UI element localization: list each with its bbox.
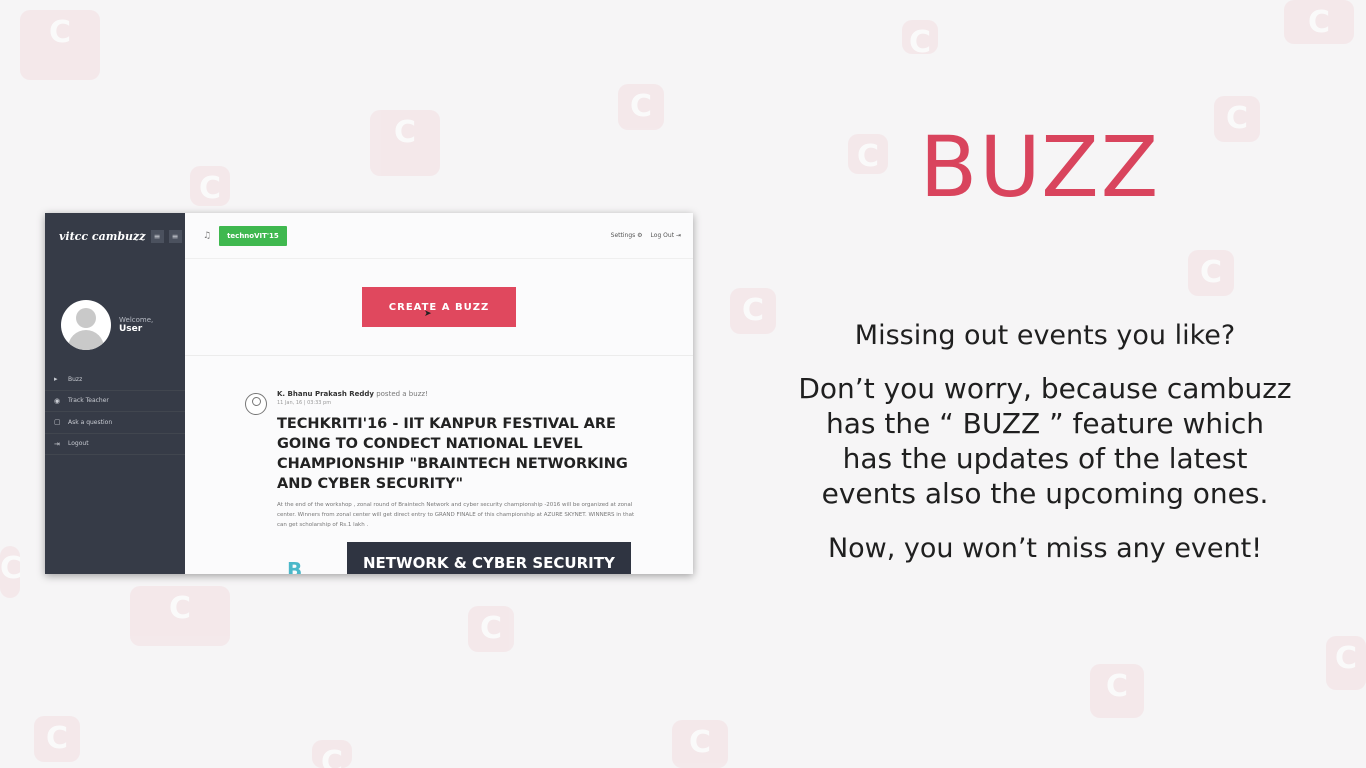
menu-toggle-icon[interactable]: ≡ — [168, 229, 182, 243]
sidebar-item-label: Track Teacher — [68, 397, 109, 405]
brand-row: vitcc cambuzz ≡ ≡ — [45, 213, 185, 259]
post-image: B NETWORK & CYBER SECURITY — [245, 542, 631, 574]
sidebar-nav: ▸ Buzz ◉ Track Teacher ▢ Ask a question … — [45, 369, 185, 455]
post-image-banner: NETWORK & CYBER SECURITY — [347, 542, 631, 574]
background-logo-icon — [370, 110, 440, 176]
sidebar-item-buzz[interactable]: ▸ Buzz — [45, 369, 185, 391]
background-logo-icon — [1188, 250, 1234, 296]
background-logo-icon — [190, 166, 230, 206]
post-author[interactable]: K. Bhanu Prakash Reddy — [277, 390, 374, 398]
logout-link[interactable]: Log Out ⇥ — [651, 232, 681, 239]
slide-headline: BUZZ — [919, 118, 1161, 216]
event-tag-button[interactable]: technoVIT'15 — [219, 225, 287, 246]
avatar — [61, 300, 111, 350]
description-line: has the updates of the latest — [842, 442, 1248, 475]
post-image-logo: B — [287, 558, 303, 574]
post-title: TECHKRITI'16 - IIT KANPUR FESTIVAL ARE G… — [277, 416, 628, 492]
background-logo-icon — [34, 716, 80, 762]
background-logo-icon — [312, 740, 352, 768]
main-content: ♫ technoVIT'15 Settings ⚙ Log Out ⇥ CREA… — [185, 213, 693, 574]
background-logo-icon — [1090, 664, 1144, 718]
background-logo-icon — [1326, 636, 1366, 690]
sidebar-item-track-teacher[interactable]: ◉ Track Teacher — [45, 391, 185, 412]
sidebar-item-label: Logout — [68, 440, 89, 448]
brand-logo: vitcc cambuzz — [59, 229, 146, 243]
description-line: events also the upcoming ones. — [821, 477, 1269, 510]
cursor-icon: ➤ — [424, 309, 433, 319]
bell-icon[interactable]: ♫ — [203, 231, 211, 241]
background-logo-icon — [130, 586, 230, 646]
background-logo-icon — [468, 606, 514, 652]
buzz-post: K. Bhanu Prakash Reddy posted a buzz! 11… — [245, 390, 645, 530]
question-icon: ▢ — [54, 418, 61, 427]
slide-description: Don’t you worry, because cambuzz has the… — [740, 371, 1350, 511]
post-avatar-icon — [245, 393, 267, 415]
background-logo-icon — [902, 20, 938, 54]
welcome-block: Welcome, User — [119, 316, 153, 334]
topbar: ♫ technoVIT'15 Settings ⚙ Log Out ⇥ — [185, 213, 693, 259]
topbar-right: Settings ⚙ Log Out ⇥ — [611, 232, 681, 239]
description-line: Don’t you worry, because cambuzz — [798, 372, 1292, 405]
post-body: At the end of the workshop , zonal round… — [277, 502, 635, 528]
create-buzz-button[interactable]: CREATE A BUZZ ➤ — [362, 287, 516, 327]
user-name: User — [119, 324, 143, 334]
list-view-icon[interactable]: ≡ — [150, 229, 164, 243]
slide-closing: Now, you won’t miss any event! — [827, 533, 1263, 564]
sidebar-item-ask-question[interactable]: ▢ Ask a question — [45, 412, 185, 434]
create-buzz-section: CREATE A BUZZ ➤ — [185, 259, 693, 356]
sidebar-item-label: Ask a question — [68, 418, 113, 426]
background-logo-icon — [0, 546, 20, 598]
sidebar: vitcc cambuzz ≡ ≡ Welcome, User ▸ Buzz ◉… — [45, 213, 185, 574]
background-logo-icon — [1284, 0, 1354, 44]
sidebar-item-label: Buzz — [68, 375, 83, 383]
settings-link[interactable]: Settings ⚙ — [611, 232, 643, 239]
post-timestamp: 11 Jan, 16 | 03:33 pm — [277, 400, 332, 406]
profile: Welcome, User — [45, 259, 185, 369]
eye-icon: ◉ — [54, 396, 61, 405]
slide-question: Missing out events you like? — [854, 320, 1236, 351]
background-logo-icon — [20, 10, 100, 80]
post-verb: posted a buzz! — [376, 390, 428, 398]
create-buzz-label: CREATE A BUZZ — [388, 301, 490, 313]
logout-icon: ⇥ — [54, 439, 60, 448]
background-logo-icon — [672, 720, 728, 768]
description-line: has the “ BUZZ ” feature which — [825, 407, 1265, 440]
background-logo-icon — [618, 84, 664, 130]
megaphone-icon: ▸ — [54, 375, 58, 384]
app-screenshot: vitcc cambuzz ≡ ≡ Welcome, User ▸ Buzz ◉… — [45, 213, 693, 574]
post-header: K. Bhanu Prakash Reddy posted a buzz! — [277, 390, 645, 398]
sidebar-item-logout[interactable]: ⇥ Logout — [45, 434, 185, 455]
